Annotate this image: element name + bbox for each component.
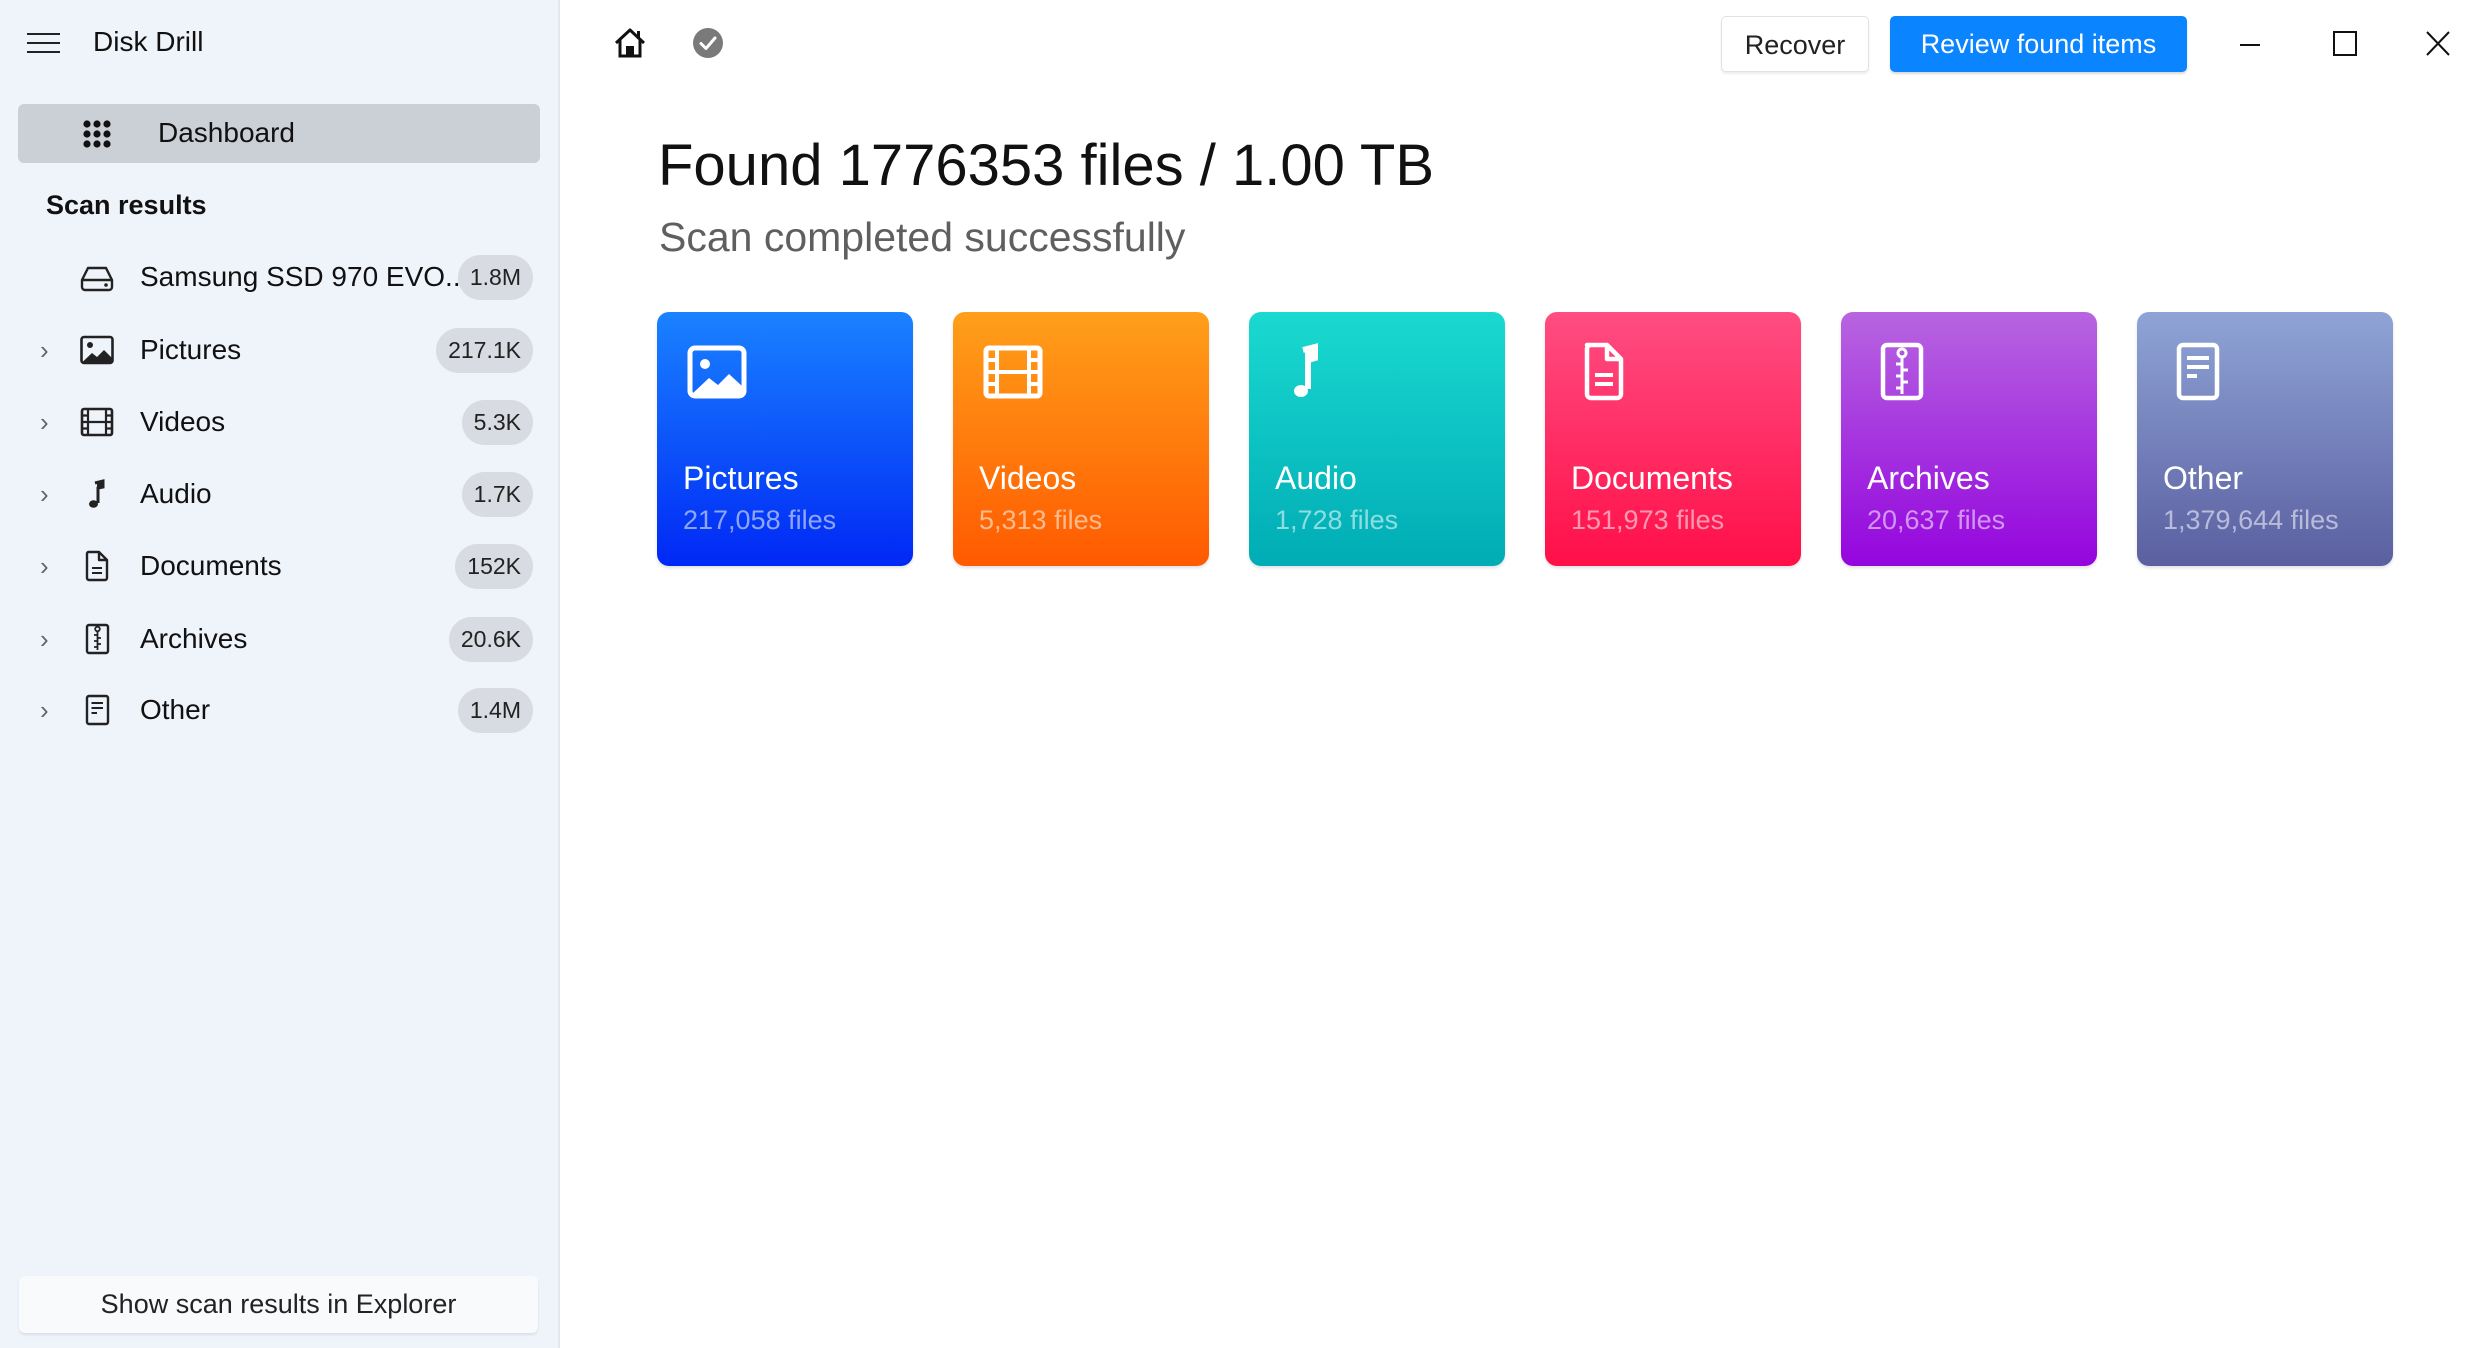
card-title: Documents — [1571, 460, 1733, 496]
music-note-icon — [1294, 343, 1318, 397]
scan-status: Scan completed successfully — [659, 214, 1186, 260]
card-count: 5,313 files — [979, 505, 1103, 535]
sidebar-item-documents[interactable]: › Documents 152K — [0, 534, 555, 598]
count-badge: 5.3K — [461, 400, 533, 445]
count-badge: 217.1K — [436, 328, 533, 373]
archive-icon — [85, 623, 110, 655]
film-icon — [983, 345, 1043, 399]
chevron-right-icon[interactable]: › — [40, 697, 62, 723]
chevron-right-icon[interactable]: › — [40, 409, 62, 435]
drive-icon — [80, 266, 114, 292]
card-count: 151,973 files — [1571, 505, 1725, 535]
picture-icon — [80, 335, 114, 365]
card-other[interactable]: Other 1,379,644 files — [2137, 312, 2393, 566]
card-audio[interactable]: Audio 1,728 files — [1249, 312, 1505, 566]
sidebar-item-dashboard[interactable]: Dashboard — [18, 104, 540, 163]
card-count: 1,379,644 files — [2163, 505, 2339, 535]
scan-complete-check-icon — [693, 28, 723, 58]
card-title: Pictures — [683, 460, 799, 496]
menu-icon[interactable] — [27, 31, 60, 55]
grid-icon — [83, 120, 111, 148]
picture-icon — [687, 345, 747, 399]
sidebar-item-pictures[interactable]: › Pictures 217.1K — [0, 318, 555, 382]
film-icon — [80, 407, 114, 437]
chevron-right-icon[interactable]: › — [40, 626, 62, 652]
home-icon[interactable] — [611, 24, 649, 62]
card-title: Other — [2163, 460, 2244, 496]
document-icon — [1584, 342, 1624, 401]
other-file-icon — [2176, 342, 2220, 401]
minimize-icon[interactable] — [2228, 22, 2272, 66]
sidebar-item-label: Archives — [140, 623, 248, 654]
card-documents[interactable]: Documents 151,973 files — [1545, 312, 1801, 566]
card-archives[interactable]: Archives 20,637 files — [1841, 312, 2097, 566]
sidebar-item-label: Samsung SSD 970 EVO... — [140, 261, 469, 292]
page-title: Found 1776353 files / 1.00 TB — [658, 133, 1435, 198]
review-found-items-button[interactable]: Review found items — [1890, 16, 2187, 72]
sidebar-item-archives[interactable]: › Archives 20.6K — [0, 607, 555, 671]
count-badge: 20.6K — [448, 617, 533, 662]
chevron-right-icon[interactable]: › — [40, 553, 62, 579]
sidebar-item-label: Other — [140, 694, 211, 725]
archive-icon — [1880, 342, 1924, 401]
card-count: 20,637 files — [1867, 505, 2006, 535]
sidebar-item-videos[interactable]: › Videos 5.3K — [0, 390, 555, 454]
maximize-icon[interactable] — [2323, 22, 2367, 66]
card-title: Videos — [979, 460, 1077, 496]
count-badge: 1.7K — [461, 472, 533, 517]
sidebar-item-audio[interactable]: › Audio 1.7K — [0, 462, 555, 526]
card-videos[interactable]: Videos 5,313 files — [953, 312, 1209, 566]
sidebar-item-other[interactable]: › Other 1.4M — [0, 678, 555, 742]
music-note-icon — [89, 479, 105, 508]
count-badge: 1.8M — [457, 255, 533, 300]
category-cards: Pictures 217,058 files Videos 5,313 file… — [657, 312, 2393, 566]
sidebar-item-label: Pictures — [140, 334, 242, 365]
recover-button[interactable]: Recover — [1721, 16, 1869, 72]
card-count: 217,058 files — [683, 505, 837, 535]
sidebar-item-label: Dashboard — [158, 117, 295, 148]
count-badge: 1.4M — [457, 688, 533, 733]
document-icon — [85, 550, 109, 582]
card-pictures[interactable]: Pictures 217,058 files — [657, 312, 913, 566]
chevron-right-icon[interactable]: › — [40, 481, 62, 507]
app-title: Disk Drill — [93, 26, 204, 57]
card-title: Archives — [1867, 460, 1990, 496]
other-file-icon — [85, 694, 110, 726]
sidebar-item-drive[interactable]: Samsung SSD 970 EVO... 1.8M — [0, 245, 555, 309]
chevron-right-icon[interactable]: › — [40, 337, 62, 363]
card-title: Audio — [1275, 460, 1357, 496]
count-badge: 152K — [455, 544, 533, 589]
scan-results-heading: Scan results — [46, 190, 207, 220]
sidebar-item-label: Audio — [140, 478, 212, 509]
sidebar: Disk Drill Dashboard Scan results Samsun… — [0, 0, 560, 1348]
sidebar-item-label: Videos — [140, 406, 226, 437]
show-in-explorer-button[interactable]: Show scan results in Explorer — [19, 1276, 538, 1333]
card-count: 1,728 files — [1275, 505, 1399, 535]
close-icon[interactable] — [2416, 22, 2460, 66]
sidebar-item-label: Documents — [140, 550, 282, 581]
